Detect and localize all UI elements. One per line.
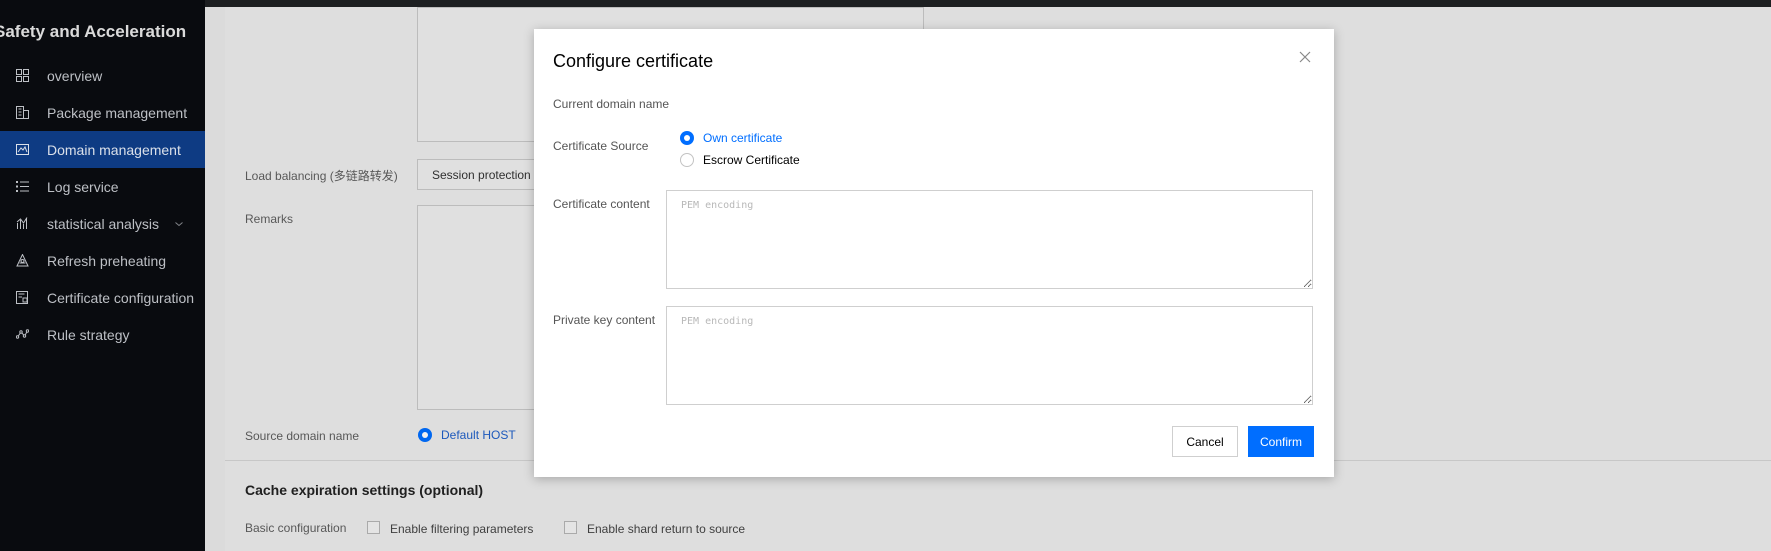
private-key-label: Private key content <box>553 313 656 327</box>
own-certificate-radio[interactable] <box>680 131 694 145</box>
certificate-source-label: Certificate Source <box>553 139 649 153</box>
confirm-button[interactable]: Confirm <box>1248 426 1314 457</box>
private-key-input[interactable] <box>666 306 1313 405</box>
configure-certificate-dialog: Configure certificate Current domain nam… <box>534 29 1334 477</box>
current-domain-label: Current domain name <box>553 97 670 111</box>
certificate-content-input[interactable] <box>666 190 1313 289</box>
own-certificate-label[interactable]: Own certificate <box>703 131 782 145</box>
escrow-certificate-radio[interactable] <box>680 153 694 167</box>
dialog-title: Configure certificate <box>553 51 714 71</box>
escrow-certificate-label[interactable]: Escrow Certificate <box>703 153 800 167</box>
cancel-button[interactable]: Cancel <box>1172 426 1238 457</box>
certificate-content-label: Certificate content <box>553 197 650 211</box>
close-icon[interactable] <box>1297 49 1313 65</box>
